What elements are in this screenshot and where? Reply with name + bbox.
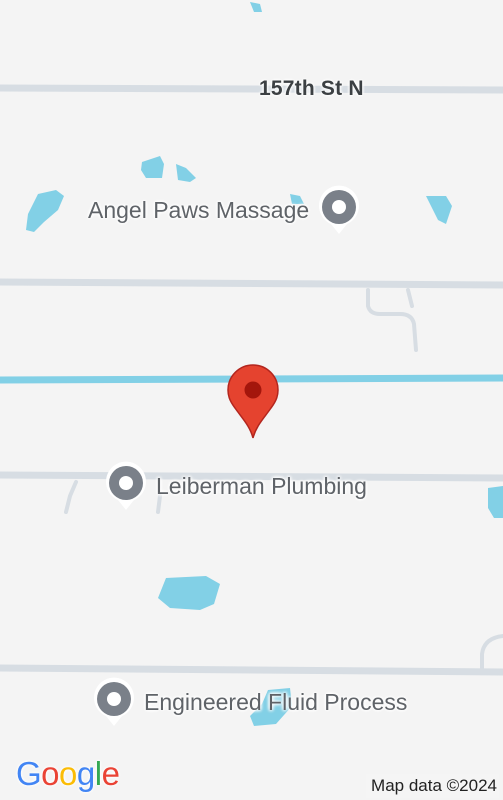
pond-6 [158,576,220,610]
google-logo-letter: G [16,755,42,792]
pond-7 [488,486,503,518]
road-side-1 [64,480,78,514]
road-side-loop-2 [406,288,414,308]
pond-top [250,2,262,12]
poi-label: Engineered Fluid Process [144,688,408,715]
road-bottom [0,664,503,676]
red-location-pin-icon[interactable] [226,364,280,440]
google-logo-letter: l [94,755,102,792]
road-middle-upper [0,278,503,289]
road-label: 157th St N [259,77,364,100]
poi-label: Angel Paws Massage [88,196,310,223]
poi-angel-paws-massage[interactable]: Angel Paws Massage [88,184,361,236]
pond-5 [426,196,452,224]
google-logo-letter: o [41,755,60,792]
road-side-3 [480,634,503,670]
google-logo-letter: o [59,755,77,792]
google-logo[interactable]: Google [16,755,120,793]
map-attribution[interactable]: Map data ©2024 [366,774,499,798]
google-logo-letter: g [76,755,95,792]
pond-3 [26,190,64,232]
poi-engineered-fluid-process[interactable]: Engineered Fluid Process [92,676,407,728]
poi-pin-icon [104,460,148,512]
google-logo-letter: e [101,755,120,792]
pond-1 [141,156,164,178]
pond-2 [176,164,196,182]
map-view[interactable]: 157th St N Angel Paws Massage Leiberman … [0,0,503,800]
poi-pin-icon [92,676,136,728]
poi-leiberman-plumbing[interactable]: Leiberman Plumbing [104,460,367,512]
poi-label: Leiberman Plumbing [156,472,367,499]
poi-pin-icon [317,184,361,236]
road-157th-st-n [0,84,503,94]
